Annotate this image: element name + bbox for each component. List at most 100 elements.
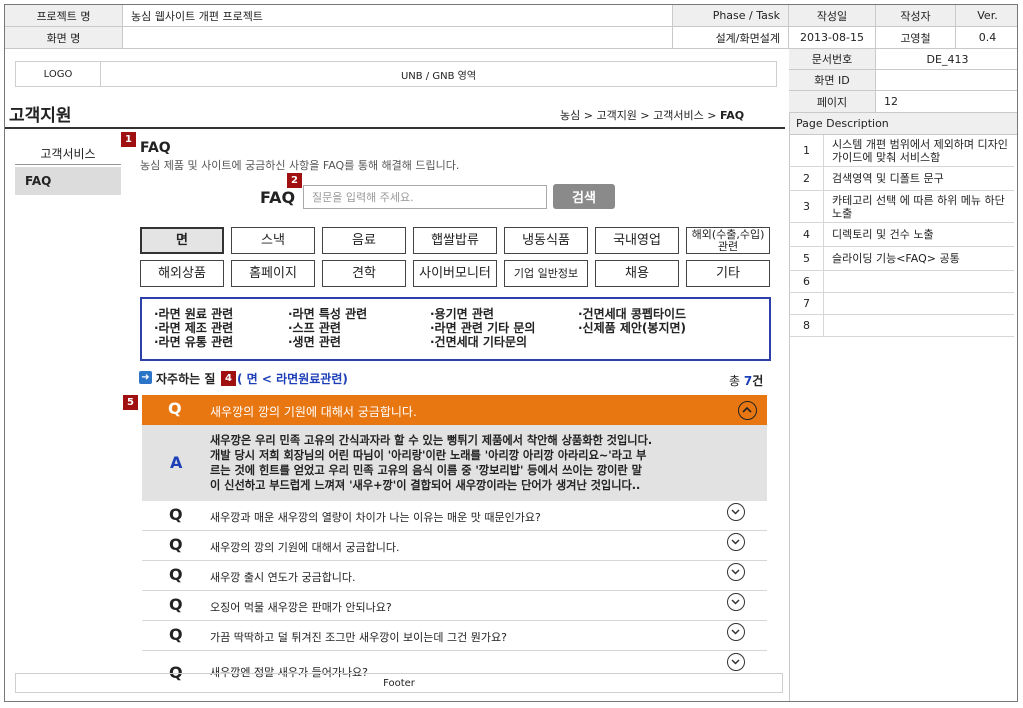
answer-line: 새우깡은 우리 민족 고유의 간식과자라 할 수 있는 뻥튀기 제품에서 착안해… <box>210 434 653 447</box>
description-text <box>824 293 1014 315</box>
date-label: 작성일 <box>789 5 876 27</box>
category-tab-domestic[interactable]: 국내영업 <box>595 227 679 254</box>
question-mark: Q <box>169 535 183 554</box>
gnb-area[interactable]: UNB / GNB 영역 <box>101 61 777 87</box>
description-text: 검색영역 및 디폴트 문구 <box>824 167 1014 191</box>
faq-item[interactable]: Q 새우깡 출시 연도가 궁금합니다. <box>142 561 767 591</box>
question-mark: Q <box>169 595 183 614</box>
category-tab-tour[interactable]: 견학 <box>322 260 406 287</box>
category-tab-homepage[interactable]: 홈페이지 <box>231 260 315 287</box>
phase-value: 설계/화면설계 <box>673 27 789 49</box>
date-value: 2013-08-15 <box>789 27 876 49</box>
description-text: 카테고리 선택 에 따른 하위 메뉴 하단 노출 <box>824 191 1014 223</box>
chevron-down-icon[interactable] <box>727 653 745 671</box>
subcategory-link[interactable]: ·생면 관련 <box>288 333 341 350</box>
page-title: 고객지원 <box>9 106 72 126</box>
chevron-down-icon[interactable] <box>727 623 745 641</box>
description-num: 2 <box>790 167 824 191</box>
total-count: 총 7건 <box>729 372 763 389</box>
total-suffix: 건 <box>752 374 764 388</box>
answer-line: 개발 당시 저희 회장님의 어린 따님이 '아리랑'이란 노래를 '아리깡 아리… <box>210 449 647 462</box>
search-button[interactable]: 검색 <box>553 184 615 209</box>
storyboard-frame: 프로젝트 명 농심 웹사이트 개편 프로젝트 Phase / Task 작성일 … <box>4 4 1018 702</box>
question-text: 오징어 먹물 새우깡은 판매가 안되나요? <box>210 601 392 614</box>
answer-text: 새우깡은 우리 민족 고유의 간식과자라 할 수 있는 뻥튀기 제품에서 착안해… <box>210 433 652 493</box>
category-tab-etc[interactable]: 기타 <box>686 260 770 287</box>
description-num: 3 <box>790 191 824 223</box>
category-tab-overseas-products[interactable]: 해외상품 <box>140 260 224 287</box>
list-heading: 자주하는 질 <box>156 372 216 386</box>
description-text <box>824 271 1014 293</box>
question-text: 새우깡 출시 연도가 궁금합니다. <box>210 571 356 584</box>
total-prefix: 총 <box>729 374 744 388</box>
category-tab-snack[interactable]: 스낵 <box>231 227 315 254</box>
directory-path: ( 면 < 라면원료관련) <box>237 372 348 386</box>
category-tab-overseas[interactable]: 해외(수출,수입) 관련 <box>686 227 770 254</box>
faq-subtitle: 농심 제품 및 사이트에 궁금하신 사항을 FAQ를 통해 해결해 드립니다. <box>140 159 460 172</box>
answer-line: 르는 것에 힌트를 얻었고 우리 민족 고유의 음식 이름 중 '깡보리밥' 등… <box>210 464 642 477</box>
search-input[interactable]: 질문을 입력해 주세요. <box>303 185 547 209</box>
screen-name-value <box>123 27 673 49</box>
screen-id-label: 화면 ID <box>789 70 876 91</box>
annotation-badge-1: 1 <box>121 132 136 147</box>
logo[interactable]: LOGO <box>15 61 101 87</box>
breadcrumb-current: FAQ <box>719 109 745 122</box>
category-tab-rice[interactable]: 햅쌀밥류 <box>413 227 497 254</box>
faq-title: FAQ <box>140 140 171 156</box>
subcategory-box: ·라면 원료 관련 ·라면 제조 관련 ·라면 유통 관련 ·라면 특성 관련 … <box>140 297 771 361</box>
question-mark: Q <box>168 399 182 418</box>
answer-line: 이 신선하고 부드럽게 느껴져 '새우+깡'이 결합되어 새우깡이라는 단어가 … <box>210 479 641 492</box>
faq-item[interactable]: Q 가끔 딱딱하고 덜 튀겨진 조그만 새우깡이 보이는데 그건 뭔가요? <box>142 621 767 651</box>
description-text: 시스템 개편 범위에서 제외하며 디자인 가이드에 맞춰 서비스함 <box>824 135 1014 167</box>
description-num: 7 <box>790 293 824 315</box>
faq-item[interactable]: Q 새우깡의 깡의 기원에 대해서 궁금합니다. <box>142 531 767 561</box>
chevron-down-icon[interactable] <box>727 533 745 551</box>
author-value: 고영철 <box>876 27 956 49</box>
annotation-badge-2: 2 <box>287 173 302 188</box>
project-label: 프로젝트 명 <box>5 5 123 27</box>
version-label: Ver. <box>956 5 1017 27</box>
subcategory-link[interactable]: ·라면 유통 관련 <box>154 333 233 350</box>
subcategory-link[interactable]: ·신제품 제안(봉지면) <box>578 319 686 336</box>
subcategory-link[interactable]: ·건면세대 기타문의 <box>430 333 527 350</box>
page-value: 12 <box>876 91 1017 113</box>
sidebar-item-faq[interactable]: FAQ <box>15 167 121 195</box>
question-text: 가끔 딱딱하고 덜 튀겨진 조그만 새우깡이 보이는데 그건 뭔가요? <box>210 631 507 644</box>
question-text: 새우깡의 깡의 기원에 대해서 궁금합니다. <box>210 405 417 419</box>
version-value: 0.4 <box>956 27 1017 49</box>
total-number: 7 <box>743 374 753 388</box>
screen-name-label: 화면 명 <box>5 27 123 49</box>
category-tab-company-info[interactable]: 기업 일반정보 <box>504 260 588 287</box>
category-tab-ramen[interactable]: 면 <box>140 227 224 254</box>
category-tab-frozen[interactable]: 냉동식품 <box>504 227 588 254</box>
faq-item-open[interactable]: Q 새우깡의 깡의 기원에 대해서 궁금합니다. <box>142 395 767 425</box>
chevron-up-icon[interactable] <box>738 401 757 420</box>
chevron-down-icon[interactable] <box>727 563 745 581</box>
description-num: 8 <box>790 315 824 337</box>
answer-panel: A 새우깡은 우리 민족 고유의 간식과자라 할 수 있는 뻥튀기 제품에서 착… <box>142 425 767 501</box>
breadcrumb-path[interactable]: 농심 > 고객지원 > 고객서비스 > <box>560 109 720 122</box>
author-label: 작성자 <box>876 5 956 27</box>
chevron-down-icon[interactable] <box>727 503 745 521</box>
answer-mark: A <box>170 453 183 472</box>
doc-no-label: 문서번호 <box>789 49 876 70</box>
sidebar-item-customer-service[interactable]: 고객서비스 <box>15 143 121 165</box>
category-tab-recruit[interactable]: 채용 <box>595 260 679 287</box>
category-tab-cyber-monitor[interactable]: 사이버모니터 <box>413 260 497 287</box>
breadcrumb: 농심 > 고객지원 > 고객서비스 > FAQ <box>560 107 744 123</box>
category-tab-beverage[interactable]: 음료 <box>322 227 406 254</box>
description-num: 5 <box>790 247 824 271</box>
chevron-down-icon[interactable] <box>727 593 745 611</box>
question-mark: Q <box>169 505 183 524</box>
annotation-badge-5: 5 <box>123 395 138 410</box>
description-num: 4 <box>790 223 824 247</box>
description-num: 6 <box>790 271 824 293</box>
description-text: 슬라이딩 기능<FAQ> 공통 <box>824 247 1014 271</box>
question-text: 새우깡과 매운 새우깡의 열량이 차이가 나는 이유는 매운 맛 때문인가요? <box>210 511 541 524</box>
project-value: 농심 웹사이트 개편 프로젝트 <box>123 5 673 27</box>
page-label: 페이지 <box>789 91 876 113</box>
faq-item[interactable]: Q 오징어 먹물 새우깡은 판매가 안되나요? <box>142 591 767 621</box>
faq-item[interactable]: Q 새우깡과 매운 새우깡의 열량이 차이가 나는 이유는 매운 맛 때문인가요… <box>142 501 767 531</box>
description-title: Page Description <box>790 113 1017 135</box>
annotation-badge-4: 4 <box>221 371 236 386</box>
